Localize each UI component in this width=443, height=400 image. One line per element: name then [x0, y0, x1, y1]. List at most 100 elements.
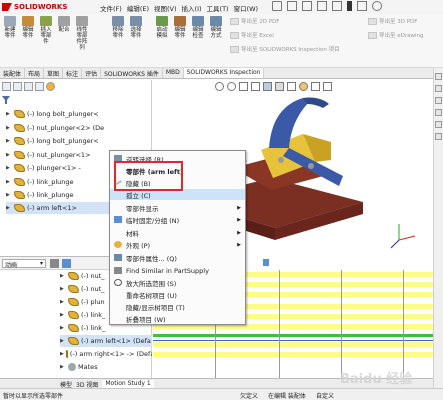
motion-tree-item[interactable]: ▶ (-) plun	[60, 296, 105, 308]
menu-edit[interactable]: 编辑(E)	[127, 3, 149, 13]
menu-insert[interactable]: 插入(I)	[182, 3, 202, 13]
expand-arrow-icon[interactable]: ▶	[60, 325, 66, 331]
status-units[interactable]: 自定义	[316, 391, 334, 400]
menu-view[interactable]: 视图(V)	[154, 3, 177, 13]
custom-properties-icon[interactable]	[435, 133, 442, 140]
expand-arrow-icon[interactable]: ▶	[60, 364, 66, 370]
expand-arrow-icon[interactable]: ▶	[6, 138, 12, 144]
menu-window[interactable]: 窗口(W)	[234, 3, 259, 13]
menu-tools[interactable]: 工具(T)	[207, 3, 229, 13]
motion-tree-item[interactable]: ▶ (-) link_	[60, 322, 105, 334]
menu-item-collapse[interactable]: 折叠项目 (W)	[110, 313, 245, 324]
motion-tree-item-selected[interactable]: ▶ (-) arm left<1> (Defa	[60, 335, 152, 347]
menu-item-hide-show-tree[interactable]: 隐藏/显示树项目 (T)	[110, 301, 245, 312]
remove-part-button[interactable]: 移除零件	[110, 16, 126, 39]
expand-arrow-icon[interactable]: ▶	[60, 273, 66, 279]
expand-arrow-icon[interactable]: ▶	[60, 338, 66, 344]
edit-part-button[interactable]: 编辑零件	[20, 16, 36, 39]
menu-item-appearance[interactable]: 外观 (P) ▶	[110, 239, 245, 250]
print-icon[interactable]	[332, 1, 342, 11]
export-3d-pdf-button[interactable]: 导出至 3D PDF	[368, 17, 417, 25]
study-type-select[interactable]: 动画 ▾	[2, 259, 46, 269]
tab-addins[interactable]: SOLIDWORKS 插件	[101, 68, 163, 78]
expand-arrow-icon[interactable]: ▶	[6, 152, 12, 158]
tab-layout[interactable]: 布局	[25, 68, 45, 78]
edit-check-button[interactable]: 编辑检查	[190, 16, 206, 39]
home-icon[interactable]	[272, 1, 282, 11]
tree-item-label: (-) arm left<1> (Defa	[81, 337, 151, 345]
menu-file[interactable]: 文件(F)	[100, 3, 122, 13]
expand-arrow-icon[interactable]: ▶	[60, 299, 66, 305]
expand-arrow-icon[interactable]: ▶	[6, 179, 12, 185]
expand-arrow-icon[interactable]: ▶	[6, 111, 12, 117]
expand-arrow-icon[interactable]: ▶	[6, 205, 12, 211]
calculate-icon[interactable]	[50, 259, 59, 268]
menu-item-zoom-selection[interactable]: 放大所选范围 (S)	[110, 277, 245, 288]
edit-part-2-button[interactable]: 编辑零件	[172, 16, 188, 39]
motion-tree-item[interactable]: ▶ (-) arm right<1> -> (Defa	[60, 348, 152, 360]
menu-item-find-similar[interactable]: Find Similar in PartSupply	[110, 265, 245, 276]
tree-item[interactable]: ▶ (-) long bolt_plunger<	[6, 108, 99, 120]
tree-item-selected[interactable]: ▶ (-) arm left<1>	[6, 202, 110, 214]
appearance-tab-icon[interactable]	[46, 82, 55, 91]
traffic-light-icon[interactable]	[347, 1, 352, 11]
tree-item[interactable]: ▶ (-) plunger<1> -	[6, 162, 81, 174]
tab-inspection[interactable]: SOLIDWORKS Inspection	[183, 68, 265, 78]
expand-arrow-icon[interactable]: ▶	[60, 312, 66, 318]
feature-manager-icon[interactable]	[2, 82, 11, 91]
menu-item-material[interactable]: 材料 ▶	[110, 227, 245, 238]
property-manager-icon[interactable]	[13, 82, 22, 91]
expand-arrow-icon[interactable]: ▶	[60, 351, 64, 357]
dimxpert-icon[interactable]	[35, 82, 44, 91]
tab-mbd[interactable]: MBD	[163, 68, 184, 78]
export-2d-pdf-button[interactable]: 导出至 2D PDF	[230, 17, 279, 25]
tree-item[interactable]: ▶ (-) link_plunge	[6, 176, 74, 188]
motion-tree-item[interactable]: ▶ (-) nut_	[60, 283, 105, 295]
resources-icon[interactable]	[435, 73, 442, 80]
select-icon[interactable]	[357, 1, 367, 11]
tab-evaluate[interactable]: 评估	[82, 68, 102, 78]
edit-method-button[interactable]: 编辑方式	[208, 16, 224, 39]
tree-item[interactable]: ▶ (-) link_plunge	[6, 189, 74, 201]
export-excel-button[interactable]: 导出至 Excel	[230, 31, 274, 39]
design-library-icon[interactable]	[435, 85, 442, 92]
select-part-button[interactable]: 选择零件	[128, 16, 144, 39]
tab-assembly[interactable]: 装配体	[0, 68, 26, 78]
play-from-start-icon[interactable]	[62, 259, 71, 268]
expand-arrow-icon[interactable]: ▶	[6, 192, 12, 198]
export-inspection-button[interactable]: 导出至 SOLIDWORKS Inspection 项目	[230, 45, 340, 53]
tree-item[interactable]: ▶ (-) nut_plunger<2> (De	[6, 122, 104, 134]
key-marker-icon[interactable]	[263, 259, 269, 266]
configuration-icon[interactable]	[24, 82, 33, 91]
mates-icon	[68, 363, 76, 371]
linear-pattern-button[interactable]: 线性零部件阵列	[74, 16, 90, 51]
expand-arrow-icon[interactable]: ▶	[60, 286, 66, 292]
insert-part-button[interactable]: 插入零部件	[38, 16, 54, 45]
motion-tree-item[interactable]: ▶ (-) link_	[60, 309, 105, 321]
tree-item[interactable]: ▶ (-) nut_plunger<1>	[6, 149, 91, 161]
expand-arrow-icon[interactable]: ▶	[6, 165, 12, 171]
export-edrawing-button[interactable]: 导出至 eDrawing	[368, 31, 424, 39]
new-doc-icon[interactable]	[287, 1, 297, 11]
motion-tree-item[interactable]: ▶ (-) nut_	[60, 270, 105, 282]
filter-icon[interactable]	[2, 96, 10, 106]
view-palette-icon[interactable]	[435, 109, 442, 116]
expand-arrow-icon[interactable]: ▶	[6, 125, 12, 131]
submenu-arrow-icon: ▶	[237, 216, 241, 223]
file-explorer-icon[interactable]	[435, 97, 442, 104]
save-icon[interactable]	[317, 1, 327, 11]
mates-folder[interactable]: ▶ Mates	[60, 361, 98, 373]
mate-button[interactable]: 配合	[56, 16, 72, 33]
new-part-button[interactable]: 新建零件	[2, 16, 18, 39]
menu-item-properties[interactable]: 零部件属性... (Q)	[110, 252, 245, 263]
settings-icon[interactable]	[372, 1, 382, 11]
menu-item-component-display[interactable]: 零部件显示 ▶	[110, 202, 245, 213]
menu-item-temp-fix[interactable]: 临时固定/分组 (N) ▶	[110, 214, 245, 225]
start-simulation-button[interactable]: 启动模拟	[154, 16, 170, 39]
menu-item-rename[interactable]: 重命名树项目 (U)	[110, 289, 245, 300]
appearances-icon[interactable]	[435, 121, 442, 128]
tree-item[interactable]: ▶ (-) long bolt_plunger<	[6, 135, 99, 147]
open-icon[interactable]	[302, 1, 312, 11]
tab-markup[interactable]: 标注	[63, 68, 83, 78]
tab-sketch[interactable]: 草图	[44, 68, 64, 78]
